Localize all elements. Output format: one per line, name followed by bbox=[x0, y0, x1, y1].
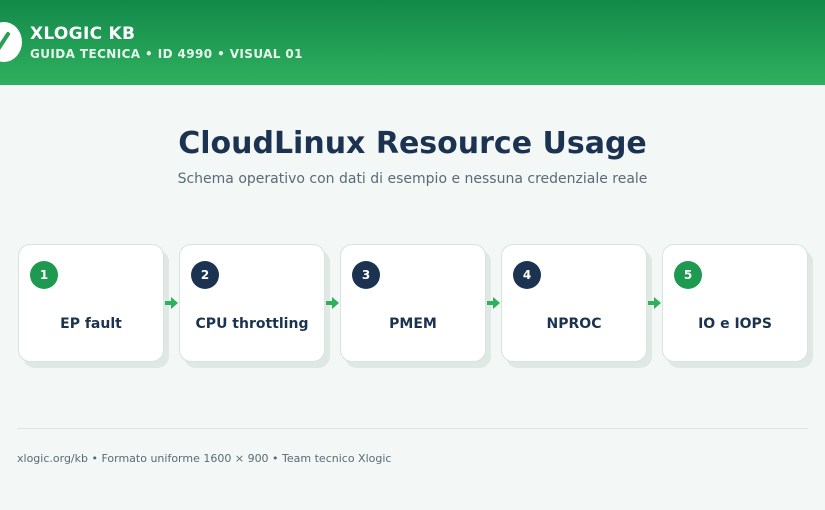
step-card-5: 5 IO e IOPS bbox=[662, 244, 808, 362]
step-label: IO e IOPS bbox=[698, 316, 772, 332]
step-label: NPROC bbox=[546, 316, 602, 332]
step-number-badge: 1 bbox=[30, 261, 58, 289]
step-label: EP fault bbox=[60, 316, 122, 332]
step-label: PMEM bbox=[389, 316, 437, 332]
header-subtitle: GUIDA TECNICA • ID 4990 • VISUAL 01 bbox=[30, 47, 303, 61]
step-number-badge: 2 bbox=[191, 261, 219, 289]
step-card-2: 2 CPU throttling bbox=[179, 244, 325, 362]
page-subtitle: Schema operativo con dati di esempio e n… bbox=[177, 171, 648, 187]
step-label: CPU throttling bbox=[195, 316, 309, 332]
step-card-4: 4 NPROC bbox=[501, 244, 647, 362]
step-card-1: 1 EP fault bbox=[18, 244, 164, 362]
brand-name: XLOGIC KB bbox=[30, 24, 136, 44]
header-band: XLOGIC KB GUIDA TECNICA • ID 4990 • VISU… bbox=[0, 0, 825, 85]
check-mark-icon bbox=[0, 32, 10, 51]
step-number-badge: 3 bbox=[352, 261, 380, 289]
arrow-right-icon bbox=[326, 297, 339, 309]
arrow-right-icon bbox=[165, 297, 178, 309]
step-number-badge: 5 bbox=[674, 261, 702, 289]
arrow-right-icon bbox=[487, 297, 500, 309]
page-title: CloudLinux Resource Usage bbox=[178, 126, 647, 161]
logo-badge bbox=[0, 22, 22, 62]
footer-divider bbox=[17, 428, 808, 429]
step-card-3: 3 PMEM bbox=[340, 244, 486, 362]
step-number-badge: 4 bbox=[513, 261, 541, 289]
footer-text: xlogic.org/kb • Formato uniforme 1600 × … bbox=[17, 452, 392, 465]
arrow-right-icon bbox=[648, 297, 661, 309]
